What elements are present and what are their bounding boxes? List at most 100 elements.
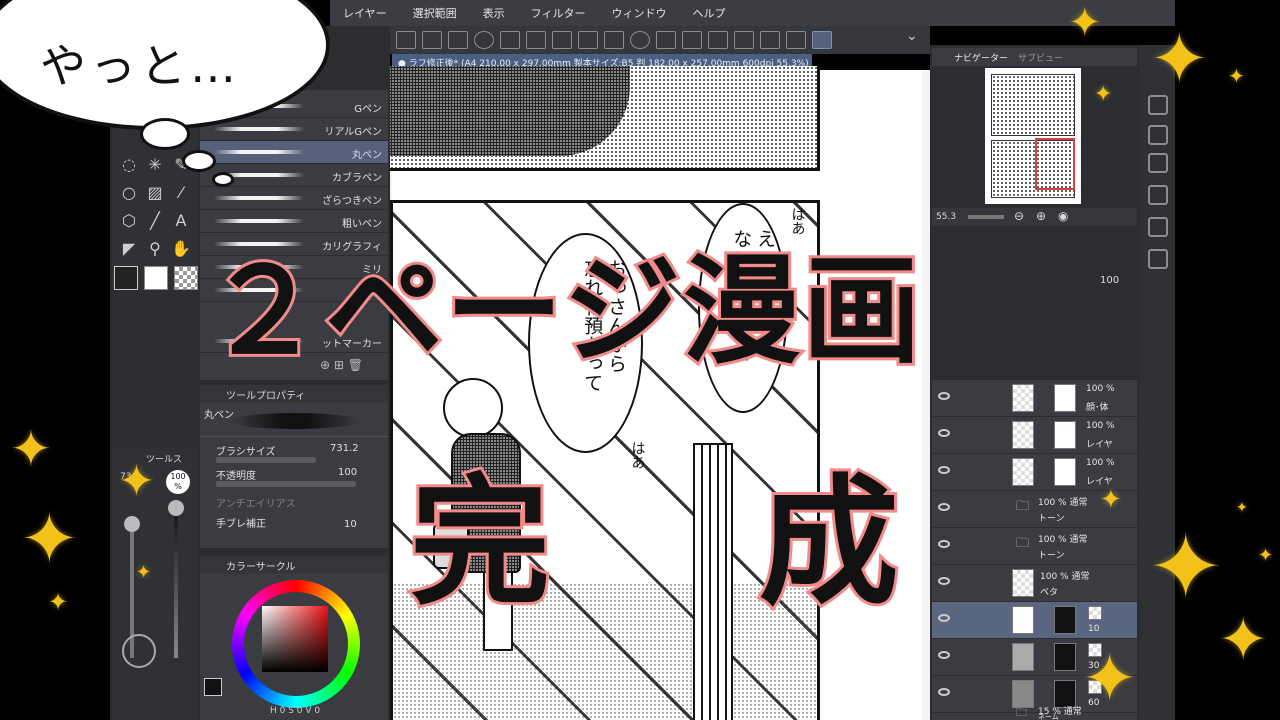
opacity-slider-knob[interactable] [168, 500, 184, 516]
thought-puff [140, 118, 190, 150]
sparkle-icon: ✦ [1150, 18, 1209, 100]
open-icon[interactable] [526, 31, 546, 49]
save-icon[interactable] [552, 31, 572, 49]
tool-property-header: ツールプロパティ [200, 385, 388, 403]
transparent-color-swatch[interactable] [174, 266, 198, 290]
correct-line-icon[interactable]: ⚲ [144, 238, 166, 260]
menu-window[interactable]: ウィンドウ [598, 5, 679, 21]
thought-puff [212, 172, 234, 187]
brush-item[interactable]: ざらつきペン [200, 187, 388, 210]
gradient-icon[interactable]: ▨ [144, 182, 166, 204]
stabilization-value[interactable]: 10 [344, 519, 357, 530]
sparkle-icon: ✦ [1082, 640, 1138, 717]
tool-name-label: 丸ペン [204, 410, 234, 421]
menu-layer[interactable]: レイヤー [330, 5, 400, 21]
ellipse-select-icon[interactable]: ○ [118, 182, 140, 204]
zoom-in-icon[interactable]: ⊕ [1036, 209, 1046, 223]
navigator-tabs: ナビゲーター サブビュー [932, 48, 1137, 66]
navigator-preview[interactable] [985, 68, 1081, 204]
menu-view[interactable]: 表示 [470, 5, 518, 21]
main-color-swatch[interactable] [114, 266, 138, 290]
brush-preview [230, 413, 360, 429]
sparkle-icon: ✦ [1236, 500, 1248, 516]
undo-icon[interactable] [578, 31, 598, 49]
sparkle-icon: ✦ [20, 498, 79, 580]
tab-subview[interactable]: サブビュー [1018, 51, 1063, 64]
sub-color-swatch[interactable] [144, 266, 168, 290]
sparkle-icon: ✦ [1094, 82, 1113, 107]
hsv-readout: H 0 S 0 V 0 [270, 706, 321, 716]
chevron-down-icon[interactable]: ⌄ [906, 28, 918, 44]
sparkle-icon: ✦ [118, 456, 155, 507]
menu-selection[interactable]: 選択範囲 [400, 5, 470, 21]
title-line-1: ２ページ漫画 [202, 239, 924, 383]
clear-icon[interactable] [656, 31, 676, 49]
rotate-canvas-icon[interactable] [122, 634, 156, 668]
size-slider-knob[interactable] [124, 516, 140, 532]
object-select-icon[interactable]: ⬡ [118, 210, 140, 232]
tab-navigator[interactable]: ナビゲーター [954, 51, 1008, 64]
fill-icon[interactable] [682, 31, 702, 49]
sparkle-icon: ✦ [1258, 545, 1274, 566]
brush-size-label: ブラシサイズ [216, 447, 276, 458]
selection-layer-icon[interactable] [786, 31, 806, 49]
material-icon[interactable] [1148, 185, 1168, 205]
zoom-reset-icon[interactable]: ◉ [1058, 209, 1068, 223]
menu-filter[interactable]: フィルター [518, 5, 599, 21]
saturation-value-square[interactable] [262, 606, 328, 672]
transform-icon[interactable] [708, 31, 728, 49]
sparkle-icon: ✦ [1148, 515, 1224, 620]
eyedropper-icon[interactable]: ⁄ [170, 182, 192, 204]
layer-opacity-value[interactable]: 100 [1100, 275, 1119, 286]
magic-wand-icon[interactable]: ✳ [144, 154, 166, 176]
deselect-icon[interactable] [734, 31, 754, 49]
menu-help[interactable]: ヘルプ [679, 5, 738, 21]
3d-icon[interactable] [1148, 249, 1168, 269]
opacity-slider[interactable] [216, 481, 356, 487]
zoom-slider[interactable] [968, 215, 1004, 219]
ruler-icon[interactable]: ◤ [118, 238, 140, 260]
folder-icon: 🗀 [1016, 499, 1030, 514]
sparkle-icon: ✦ [1068, 0, 1102, 46]
snap-ruler-icon[interactable] [812, 31, 832, 49]
sync-icon[interactable] [474, 31, 494, 49]
lasso-icon[interactable]: ◌ [118, 154, 140, 176]
text-tool-icon[interactable]: A [170, 210, 192, 232]
brush-item-selected[interactable]: 丸ペン [200, 141, 388, 164]
opacity-value[interactable]: 100 [338, 467, 357, 478]
character-clothing [390, 66, 630, 156]
viewport-frame[interactable] [1035, 138, 1075, 190]
layer-row[interactable]: 100 % 顔･体 [932, 380, 1137, 417]
antialias-label: アンチエイリアス [216, 499, 296, 510]
tool-property-panel: 丸ペン ブラシサイズ 731.2 不透明度 100 アンチエイリアス 手ブレ補正… [200, 403, 388, 548]
redo-icon[interactable] [604, 31, 624, 49]
brush-size-slider[interactable] [216, 457, 316, 463]
stabilization-label: 手ブレ補正 [216, 519, 266, 530]
loading-icon[interactable] [630, 31, 650, 49]
title-line-2: 完 成 [407, 459, 979, 628]
color-panel-header: カラーサークル [200, 556, 388, 574]
menu-bar: レイヤー 選択範囲 表示 フィルター ウィンドウ ヘルプ [330, 0, 1175, 26]
sparkle-icon: ✦ [1218, 605, 1269, 675]
brush-size-value[interactable]: 731.2 [330, 443, 359, 454]
invert-selection-icon[interactable] [760, 31, 780, 49]
layer-icon[interactable] [1148, 153, 1168, 173]
history-icon[interactable] [1148, 217, 1168, 237]
zoom-out-icon[interactable]: ⊖ [1014, 209, 1024, 223]
folder-icon: 🗀 [1016, 706, 1027, 719]
menu-icon[interactable] [396, 31, 416, 49]
line-tool-icon[interactable]: ╱ [144, 210, 166, 232]
current-color-swatch[interactable] [204, 678, 222, 696]
opacity-indicator[interactable]: 100% [166, 470, 190, 494]
girl-head [443, 378, 503, 438]
opacity-slider-track[interactable] [174, 504, 178, 658]
new-document-icon[interactable] [500, 31, 520, 49]
command-bar [390, 26, 930, 54]
layer-panel-icon[interactable] [1148, 125, 1168, 145]
zoom-value[interactable]: 55.3 [936, 212, 956, 222]
hue-wheel[interactable] [232, 580, 360, 708]
fit-screen-icon[interactable] [422, 31, 442, 49]
hand-tool-icon[interactable]: ✋ [170, 238, 192, 260]
color-wheel-panel: H 0 S 0 V 0 [200, 574, 388, 720]
new-file-icon[interactable] [448, 31, 468, 49]
